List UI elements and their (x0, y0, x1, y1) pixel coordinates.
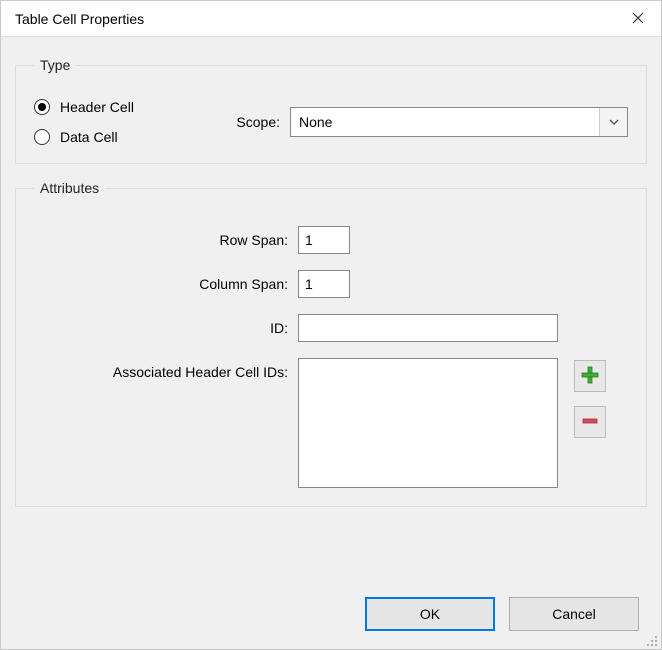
radio-icon (34, 99, 50, 115)
titlebar: Table Cell Properties (1, 1, 661, 37)
dialog-content: Type Header Cell Data Cell Scope: None (1, 37, 661, 649)
attributes-group: Attributes Row Span: Column Span: ID: As… (15, 180, 647, 507)
column-span-label: Column Span: (34, 270, 298, 292)
button-label: OK (420, 606, 440, 622)
id-input[interactable] (298, 314, 558, 342)
attributes-legend: Attributes (34, 180, 105, 196)
button-label: Cancel (552, 606, 596, 622)
button-row: OK Cancel (365, 597, 639, 631)
close-button[interactable] (615, 1, 661, 36)
associated-ids-input[interactable] (298, 358, 558, 488)
type-legend: Type (34, 57, 76, 73)
ok-button[interactable]: OK (365, 597, 495, 631)
close-icon (632, 11, 644, 27)
radio-icon (34, 129, 50, 145)
radio-header-cell[interactable]: Header Cell (34, 99, 224, 115)
cancel-button[interactable]: Cancel (509, 597, 639, 631)
add-button[interactable] (574, 360, 606, 392)
remove-button[interactable] (574, 406, 606, 438)
type-group: Type Header Cell Data Cell Scope: None (15, 57, 647, 164)
dialog: Table Cell Properties Type Header Cell D… (0, 0, 662, 650)
id-label: ID: (34, 314, 298, 336)
scope-value: None (299, 114, 332, 130)
associated-ids-label: Associated Header Cell IDs: (34, 358, 298, 380)
chevron-down-icon (599, 108, 627, 136)
row-span-label: Row Span: (34, 226, 298, 248)
radio-label: Header Cell (60, 99, 134, 115)
radio-data-cell[interactable]: Data Cell (34, 129, 224, 145)
resize-grip[interactable] (646, 634, 658, 646)
row-span-input[interactable] (298, 226, 350, 254)
minus-icon (580, 411, 600, 434)
column-span-input[interactable] (298, 270, 350, 298)
scope-select[interactable]: None (290, 107, 628, 137)
scope-label: Scope: (224, 114, 280, 130)
window-title: Table Cell Properties (1, 11, 615, 27)
plus-icon (580, 365, 600, 388)
radio-label: Data Cell (60, 129, 118, 145)
